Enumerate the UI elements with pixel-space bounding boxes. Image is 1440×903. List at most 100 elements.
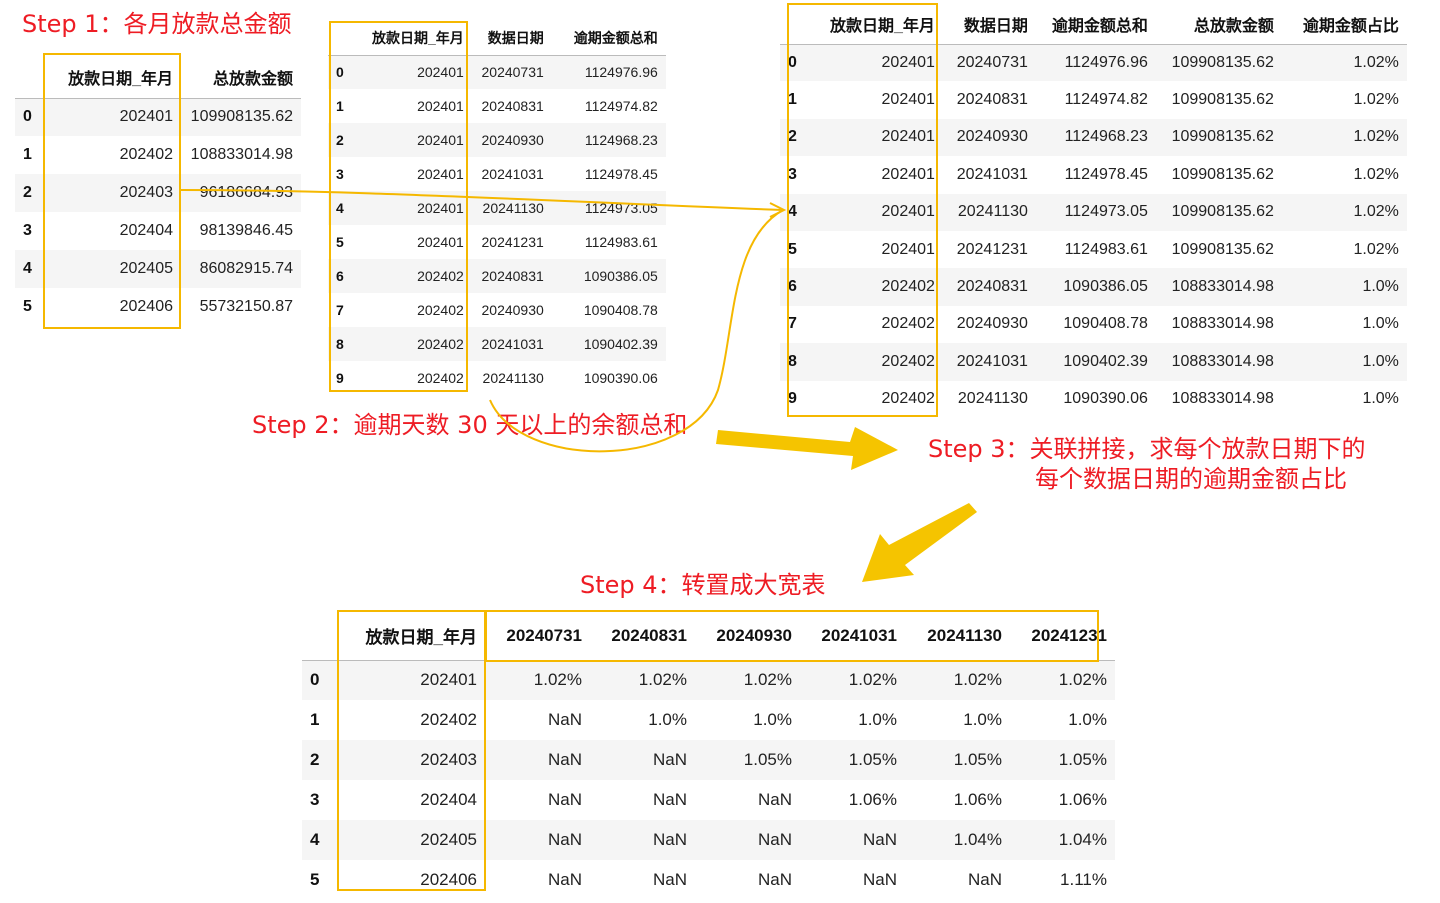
table-cell: 1124974.82 <box>584 98 658 114</box>
table-cell: 55732150.87 <box>199 298 293 315</box>
table-cell: 202402 <box>417 268 464 284</box>
table-cell: 1.0% <box>858 710 897 729</box>
table-cell: 86082915.74 <box>199 260 293 277</box>
table-row: 4 202405 86082915.74 <box>15 250 301 288</box>
table-cell: 1124978.45 <box>1064 165 1148 183</box>
column-header: 总放款金额 <box>181 57 301 99</box>
table-cell: 108833014.98 <box>1171 315 1274 333</box>
table-row: 0 202401 20240731 1124976.96 109908135.62 1.0… <box>780 44 1407 82</box>
table-cell: 1.05% <box>848 750 897 769</box>
table-row: 0 202401 20240731 1124976.96 <box>328 55 666 89</box>
table-cell: 202402 <box>881 315 935 333</box>
table-cell: 1.06% <box>953 790 1002 809</box>
table-cell: 1090402.39 <box>583 336 658 352</box>
table-cell: NaN <box>652 750 687 769</box>
table-cell: 1124978.45 <box>584 166 658 182</box>
table-cell: 1124976.96 <box>584 64 658 81</box>
table-cell: NaN <box>862 870 897 889</box>
table-cell: NaN <box>652 790 687 809</box>
column-header: 20240731 <box>485 612 590 661</box>
table-cell: 202404 <box>420 790 477 809</box>
table-cell: 1090386.05 <box>583 268 658 284</box>
table-cell: 1.04% <box>953 830 1002 849</box>
table-cell: NaN <box>757 830 792 849</box>
table-cell: 1.02% <box>848 670 897 690</box>
table-cell: 98139846.45 <box>199 222 293 239</box>
table-cell: 20240930 <box>956 315 1028 333</box>
row-index: 3 <box>336 166 344 182</box>
table-cell: 1.02% <box>953 670 1002 690</box>
table-cell: 1.02% <box>743 670 792 690</box>
row-index: 5 <box>23 298 32 315</box>
row-index: 9 <box>788 390 797 408</box>
table-cell: NaN <box>547 710 582 729</box>
row-index: 2 <box>23 184 32 201</box>
table-cell: 1.02% <box>1353 240 1399 258</box>
table-cell: NaN <box>757 870 792 889</box>
table-row: 2 202403 96186684.93 <box>15 174 301 212</box>
table-cell: 1.04% <box>1058 830 1107 849</box>
row-index: 3 <box>788 165 797 183</box>
row-index: 5 <box>788 240 797 258</box>
table-row: 7 202402 20240930 1090408.78 108833014.98 1.0… <box>780 305 1407 344</box>
column-header: 逾期金额总和 <box>551 21 666 56</box>
table-cell: NaN <box>547 830 582 849</box>
table-cell: 20241031 <box>956 352 1028 370</box>
column-header <box>15 57 45 99</box>
table-cell: 109908135.62 <box>1171 128 1274 146</box>
row-index: 4 <box>310 830 320 849</box>
row-index: 5 <box>336 234 344 250</box>
loan-total-table: 放款日期_年月 总放款金额 0 202401 109908135.62 1 202402 1… <box>15 57 301 326</box>
table-cell: 1124983.61 <box>584 234 658 250</box>
table-cell: 20241130 <box>957 203 1028 221</box>
row-index: 1 <box>310 710 320 729</box>
row-index: 5 <box>310 870 320 889</box>
table-row: 3 202404 NaN NaN NaN 1.06% 1.06% 1.06% <box>302 780 1115 820</box>
step4-title: Step 4：转置成大宽表 <box>580 571 826 599</box>
table-cell: 1090402.39 <box>1063 352 1148 370</box>
overdue-sum-table: 放款日期_年月 数据日期 逾期金额总和 0 202401 20240731 1124976… <box>328 21 666 395</box>
table-row: 2 202403 NaN NaN 1.05% 1.05% 1.05% 1.05% <box>302 740 1115 780</box>
table-cell: 1.0% <box>648 710 687 729</box>
row-index: 1 <box>336 98 344 114</box>
column-header: 数据日期 <box>942 4 1036 45</box>
table-row: 1 202401 20240831 1124974.82 109908135.62 1.0… <box>780 81 1407 119</box>
table-cell: 202401 <box>420 670 477 690</box>
table-row: 9 202402 20241130 1090390.06 108833014.98 1.0… <box>780 380 1407 418</box>
table-cell: 20240731 <box>956 53 1028 71</box>
row-index: 4 <box>23 260 32 277</box>
row-index: 6 <box>336 268 344 284</box>
table-cell: 20240831 <box>956 91 1028 109</box>
table-row: 6 202402 20240831 1090386.05 108833014.98 1.0… <box>780 268 1407 306</box>
step3-title-line2: 每个数据日期的逾期金额占比 <box>1035 465 1347 493</box>
table-cell: 1090408.78 <box>583 302 658 318</box>
table-cell: 20240930 <box>956 128 1028 146</box>
table-cell: 202405 <box>420 830 477 849</box>
table-cell: 1124968.23 <box>1064 128 1148 146</box>
column-header: 数据日期 <box>471 21 552 56</box>
table-cell: 20241031 <box>481 336 544 352</box>
table-cell: 202401 <box>881 128 935 146</box>
table-row: 4 202401 20241130 1124973.05 109908135.62 1.0… <box>780 193 1407 231</box>
column-header: 20240831 <box>590 612 695 661</box>
table-cell: 109908135.62 <box>1171 53 1274 71</box>
table-cell: 202406 <box>420 870 477 889</box>
table-row: 1 202402 NaN 1.0% 1.0% 1.0% 1.0% 1.0% <box>302 700 1115 740</box>
column-header: 逾期金额总和 <box>1035 4 1156 45</box>
table-cell: 1.02% <box>1353 91 1399 109</box>
row-index: 9 <box>336 370 344 386</box>
table-cell: 1.02% <box>1353 165 1399 183</box>
table-cell: 202402 <box>417 336 464 352</box>
table-cell: 1.02% <box>1058 670 1107 690</box>
table-cell: 202402 <box>417 302 464 318</box>
table-cell: 108833014.98 <box>1171 390 1274 408</box>
table-cell: 1.0% <box>1068 710 1107 729</box>
row-index: 0 <box>23 108 32 126</box>
row-index: 1 <box>23 146 32 163</box>
table-cell: 20241130 <box>482 200 544 216</box>
table-cell: 109908135.62 <box>1171 203 1274 221</box>
table-cell: 1.02% <box>1353 53 1399 71</box>
table-cell: 202402 <box>881 278 935 296</box>
row-index: 2 <box>310 750 320 769</box>
row-index: 1 <box>788 91 797 109</box>
